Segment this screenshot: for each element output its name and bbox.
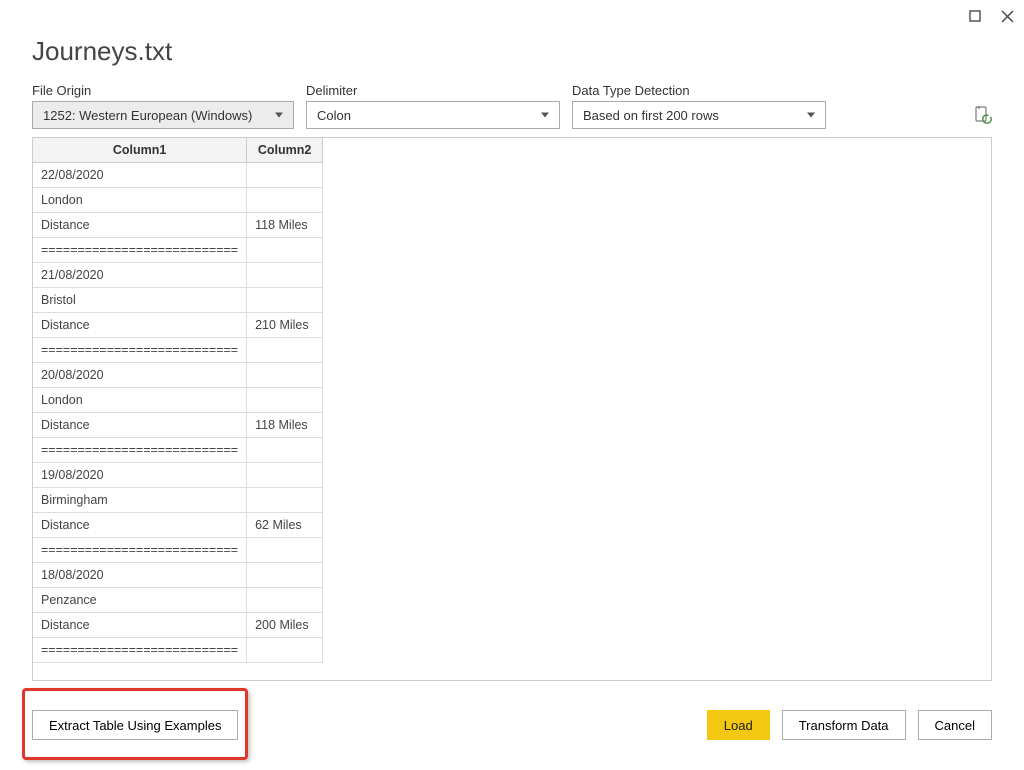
cell: Distance <box>33 613 247 638</box>
table-row[interactable]: London <box>33 388 323 413</box>
table-row[interactable]: Birmingham <box>33 488 323 513</box>
file-origin-value: 1252: Western European (Windows) <box>43 108 252 123</box>
cell: 22/08/2020 <box>33 163 247 188</box>
cell: Distance <box>33 313 247 338</box>
cell: 118 Miles <box>247 213 323 238</box>
cell: London <box>33 188 247 213</box>
close-icon[interactable] <box>1000 9 1014 23</box>
datatype-dropdown[interactable]: Based on first 200 rows <box>572 101 826 129</box>
cell <box>247 638 323 663</box>
cell <box>247 238 323 263</box>
table-row[interactable]: 20/08/2020 <box>33 363 323 388</box>
cell <box>247 563 323 588</box>
cell: =========================== <box>33 638 247 663</box>
cell: Bristol <box>33 288 247 313</box>
table-row[interactable]: =========================== <box>33 638 323 663</box>
cell <box>247 463 323 488</box>
table-row[interactable]: London <box>33 188 323 213</box>
table-row[interactable]: Distance118 Miles <box>33 413 323 438</box>
cell: =========================== <box>33 438 247 463</box>
column-header[interactable]: Column2 <box>247 138 323 163</box>
cell <box>247 163 323 188</box>
cell: Penzance <box>33 588 247 613</box>
datatype-value: Based on first 200 rows <box>583 108 719 123</box>
cell: 118 Miles <box>247 413 323 438</box>
cell: 200 Miles <box>247 613 323 638</box>
cell: 18/08/2020 <box>33 563 247 588</box>
preview-pane: Column1 Column2 22/08/2020LondonDistance… <box>32 137 992 681</box>
cell: =========================== <box>33 538 247 563</box>
cell <box>247 188 323 213</box>
table-row[interactable]: Distance62 Miles <box>33 513 323 538</box>
cancel-button[interactable]: Cancel <box>918 710 992 740</box>
cell: 210 Miles <box>247 313 323 338</box>
cell <box>247 363 323 388</box>
table-row[interactable]: Distance200 Miles <box>33 613 323 638</box>
datatype-label: Data Type Detection <box>572 83 826 98</box>
cell <box>247 588 323 613</box>
preview-table: Column1 Column2 22/08/2020LondonDistance… <box>33 138 323 663</box>
cell: =========================== <box>33 238 247 263</box>
maximize-icon[interactable] <box>968 9 982 23</box>
table-row[interactable]: =========================== <box>33 238 323 263</box>
transform-data-button[interactable]: Transform Data <box>782 710 906 740</box>
table-row[interactable]: 19/08/2020 <box>33 463 323 488</box>
cell <box>247 388 323 413</box>
cell <box>247 263 323 288</box>
table-row[interactable]: Penzance <box>33 588 323 613</box>
table-row[interactable]: Distance210 Miles <box>33 313 323 338</box>
cell: 21/08/2020 <box>33 263 247 288</box>
cell: 20/08/2020 <box>33 363 247 388</box>
file-origin-dropdown[interactable]: 1252: Western European (Windows) <box>32 101 294 129</box>
table-row[interactable]: 18/08/2020 <box>33 563 323 588</box>
cell: Birmingham <box>33 488 247 513</box>
table-row[interactable]: 22/08/2020 <box>33 163 323 188</box>
cell <box>247 538 323 563</box>
cell <box>247 438 323 463</box>
cell: 62 Miles <box>247 513 323 538</box>
table-row[interactable]: 21/08/2020 <box>33 263 323 288</box>
cell <box>247 338 323 363</box>
cell <box>247 488 323 513</box>
delimiter-label: Delimiter <box>306 83 560 98</box>
cell <box>247 288 323 313</box>
table-row[interactable]: Bristol <box>33 288 323 313</box>
page-title: Journeys.txt <box>0 32 1024 83</box>
column-header[interactable]: Column1 <box>33 138 247 163</box>
table-row[interactable]: =========================== <box>33 338 323 363</box>
delimiter-value: Colon <box>317 108 351 123</box>
table-row[interactable]: Distance118 Miles <box>33 213 323 238</box>
load-button[interactable]: Load <box>707 710 770 740</box>
table-row[interactable]: =========================== <box>33 538 323 563</box>
file-origin-label: File Origin <box>32 83 294 98</box>
refresh-icon[interactable] <box>974 106 992 124</box>
cell: Distance <box>33 413 247 438</box>
cell: 19/08/2020 <box>33 463 247 488</box>
table-row[interactable]: =========================== <box>33 438 323 463</box>
cell: London <box>33 388 247 413</box>
cell: =========================== <box>33 338 247 363</box>
cell: Distance <box>33 213 247 238</box>
extract-table-button[interactable]: Extract Table Using Examples <box>32 710 238 740</box>
delimiter-dropdown[interactable]: Colon <box>306 101 560 129</box>
cell: Distance <box>33 513 247 538</box>
